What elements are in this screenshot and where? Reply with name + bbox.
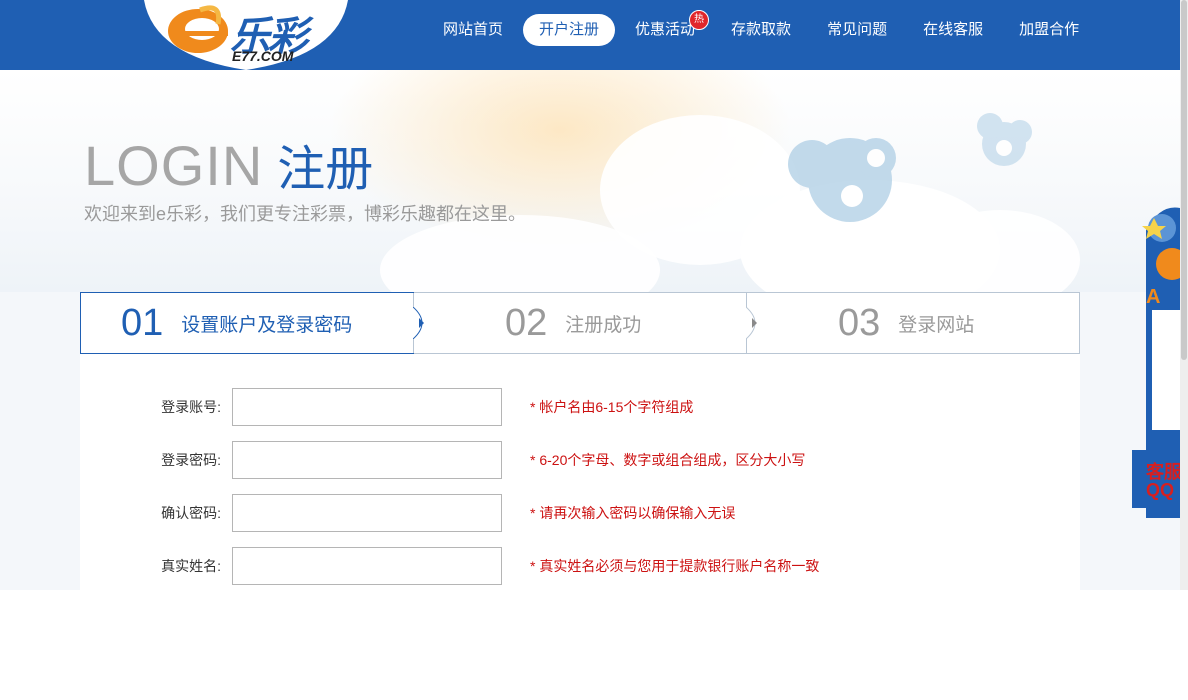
page-tagline: 欢迎来到e乐彩，我们更专注彩票，博彩乐趣都在这里。: [84, 204, 527, 224]
confirm-password-input[interactable]: [232, 494, 502, 532]
nav-deposit-withdraw[interactable]: 存款取款: [715, 14, 807, 46]
title-register-word: 注册: [277, 143, 374, 196]
step-1: 01 设置账户及登录密码: [121, 293, 352, 353]
chevron-right-icon: [413, 307, 424, 339]
step-1-number: 01: [121, 302, 164, 344]
password-label: 登录密码:: [161, 452, 221, 468]
title-login-word: LOGIN: [84, 134, 264, 197]
step-2: 02 注册成功: [505, 293, 641, 353]
form-row-password: 登录密码: * 6-20个字母、数字或组合组成，区分大小写: [80, 441, 1080, 479]
nav-partnership[interactable]: 加盟合作: [1003, 14, 1095, 46]
confirm-password-label: 确认密码:: [161, 505, 221, 521]
account-label: 登录账号:: [161, 399, 221, 415]
form-row-real-name: 真实姓名: * 真实姓名必须与您用于提款银行账户名称一致: [80, 547, 1080, 585]
form-row-confirm-password: 确认密码: * 请再次输入密码以确保输入无误: [80, 494, 1080, 532]
password-hint: * 6-20个字母、数字或组合组成，区分大小写: [530, 452, 806, 468]
step-3: 03 登录网站: [838, 293, 974, 353]
main-nav: 网站首页 开户注册 优惠活动热 存款取款 常见问题 在线客服 加盟合作: [427, 10, 1099, 46]
confirm-password-hint: * 请再次输入密码以确保输入无误: [530, 505, 736, 521]
real-name-hint: * 真实姓名必须与您用于提款银行账户名称一致: [530, 558, 820, 574]
widget-qq-text: QQ: [1146, 480, 1175, 500]
step-3-label: 登录网站: [898, 314, 975, 336]
account-input[interactable]: [232, 388, 502, 426]
step-indicator: 01 设置账户及登录密码 02 注册成功 03 登录网站: [80, 292, 1080, 354]
hot-badge: 热: [689, 10, 710, 30]
nav-online-service[interactable]: 在线客服: [907, 14, 999, 46]
widget-letter: A: [1146, 286, 1161, 308]
nav-promotions[interactable]: 优惠活动热: [619, 10, 711, 46]
nav-register[interactable]: 开户注册: [523, 14, 616, 46]
register-panel: 01 设置账户及登录密码 02 注册成功 03 登录网站 登录账号: * 帐户名…: [80, 292, 1080, 590]
step-2-label: 注册成功: [565, 314, 642, 336]
site-logo[interactable]: 乐彩 E77.COM: [140, 0, 352, 70]
step-3-number: 03: [838, 302, 881, 344]
form-row-account: 登录账号: * 帐户名由6-15个字符组成: [80, 388, 1080, 426]
step-1-label: 设置账户及登录密码: [181, 314, 353, 336]
real-name-input[interactable]: [232, 547, 502, 585]
nav-home[interactable]: 网站首页: [427, 14, 519, 46]
logo-domain-text: E77.COM: [232, 48, 294, 64]
chevron-right-icon: [746, 307, 757, 339]
account-hint: * 帐户名由6-15个字符组成: [530, 399, 694, 415]
real-name-label: 真实姓名:: [161, 558, 221, 574]
floating-service-widget[interactable]: A 客服 QQ: [1132, 200, 1180, 518]
step-2-number: 02: [505, 302, 548, 344]
password-input[interactable]: [232, 441, 502, 479]
nav-faq[interactable]: 常见问题: [811, 14, 903, 46]
site-header: 乐彩 E77.COM 网站首页 开户注册 优惠活动热 存款取款 常见问题 在线客…: [0, 0, 1180, 70]
scrollbar-thumb[interactable]: [1181, 0, 1187, 360]
ball-mascot-small: [977, 113, 1032, 166]
page-viewport: 乐彩 E77.COM 网站首页 开户注册 优惠活动热 存款取款 常见问题 在线客…: [0, 0, 1188, 590]
register-banner: LOGIN 注册 欢迎来到e乐彩，我们更专注彩票，博彩乐趣都在这里。: [0, 70, 1180, 292]
